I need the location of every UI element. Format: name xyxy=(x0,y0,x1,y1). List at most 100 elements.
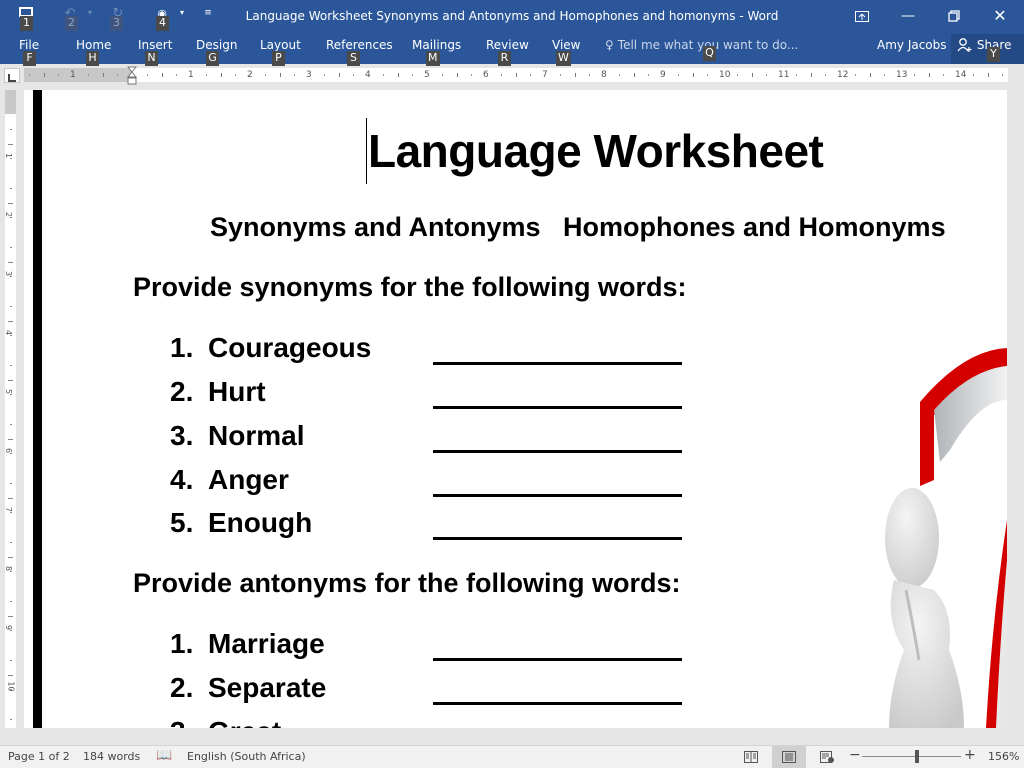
document-title: Language Worksheet xyxy=(368,125,824,177)
ruler-tick xyxy=(810,73,812,77)
answer-blank[interactable] xyxy=(433,494,682,497)
keytip-touch: 4 xyxy=(156,16,169,31)
ruler-tick xyxy=(10,541,12,543)
restore-button[interactable] xyxy=(931,0,977,32)
tab-review[interactable]: Review xyxy=(486,38,529,52)
zoom-in-button[interactable]: + xyxy=(964,747,976,763)
ruler-tick xyxy=(10,217,12,219)
undo-dropdown-icon[interactable]: ▾ xyxy=(82,5,98,21)
right-gutter xyxy=(1008,90,1024,728)
list-item: 2. Separate xyxy=(170,672,327,703)
read-mode-icon xyxy=(744,750,758,763)
document-page[interactable]: Language Worksheet Synonyms and Antonyms… xyxy=(24,90,1007,728)
ruler-tick xyxy=(751,73,753,77)
answer-blank[interactable] xyxy=(433,537,682,540)
answer-blank[interactable] xyxy=(433,702,682,705)
print-layout-button[interactable] xyxy=(772,746,806,768)
tell-me-input[interactable]: ♀ Tell me what you want to do... xyxy=(605,38,798,52)
answer-blank[interactable] xyxy=(433,406,682,409)
answer-blank[interactable] xyxy=(433,658,682,661)
touch-dropdown-icon[interactable]: ▾ xyxy=(174,5,190,21)
ruler-tick xyxy=(43,73,45,77)
ruler-tick xyxy=(589,74,591,76)
ruler-tick xyxy=(117,74,119,76)
ruler-tick xyxy=(279,73,281,77)
zoom-slider-track[interactable] xyxy=(862,756,961,757)
ruler-tick xyxy=(10,659,12,661)
ruler-number: 10 xyxy=(719,70,731,80)
ruler-tick xyxy=(10,600,12,602)
tab-references[interactable]: References xyxy=(326,38,393,52)
keytip-share: Y xyxy=(987,47,1000,62)
close-icon: ✕ xyxy=(993,6,1007,25)
page-border-bar xyxy=(33,90,42,728)
vertical-ruler[interactable]: 1 2 3 4 5 6 7 8 9 10 xyxy=(4,90,16,728)
ruler-tick xyxy=(766,74,768,76)
thinking-figure-image[interactable] xyxy=(764,290,1007,728)
ruler-tick xyxy=(10,718,12,720)
keytip-home: H xyxy=(86,51,99,66)
tab-home[interactable]: Home xyxy=(76,38,111,52)
ruler-tick xyxy=(869,73,871,77)
tab-mailings[interactable]: Mailings xyxy=(412,38,461,52)
tab-view[interactable]: View xyxy=(552,38,580,52)
minimize-button[interactable]: — xyxy=(885,0,931,32)
ruler-number: 8 xyxy=(601,70,607,80)
ruler-tick xyxy=(8,556,13,558)
zoom-slider-thumb[interactable] xyxy=(915,750,919,763)
tab-design[interactable]: Design xyxy=(196,38,237,52)
read-mode-button[interactable] xyxy=(734,746,768,768)
keytip-insert: N xyxy=(145,51,158,66)
close-button[interactable]: ✕ xyxy=(977,0,1023,32)
ruler-tick xyxy=(323,74,325,76)
keytip-file: F xyxy=(23,51,36,66)
ruler-tick xyxy=(677,74,679,76)
ruler-tick xyxy=(500,74,502,76)
ruler-tick xyxy=(8,615,13,617)
ruler-tick xyxy=(471,74,473,76)
ruler-tick xyxy=(10,482,12,484)
zoom-out-button[interactable]: − xyxy=(849,747,861,763)
proofing-icon[interactable]: 📖 xyxy=(156,748,172,763)
ruler-tick xyxy=(10,187,12,189)
web-layout-button[interactable] xyxy=(810,746,844,768)
ruler-number: 14 xyxy=(955,70,967,80)
ribbon-tab-bar: File F Home H Insert N Design G Layout P… xyxy=(0,34,1024,66)
share-person-icon xyxy=(957,38,972,52)
ruler-number: 5 xyxy=(424,70,430,80)
tab-layout[interactable]: Layout xyxy=(260,38,301,52)
zoom-level[interactable]: 156% xyxy=(988,750,1019,763)
answer-blank[interactable] xyxy=(433,362,682,365)
ruler-tick xyxy=(928,73,930,77)
ruler-number: 7 xyxy=(542,70,548,80)
user-account[interactable]: Amy Jacobs xyxy=(877,38,947,52)
tab-selector[interactable] xyxy=(4,68,20,83)
ruler-tick xyxy=(825,74,827,76)
antonyms-heading: Provide antonyms for the following words… xyxy=(133,568,681,598)
document-subtitle: Synonyms and Antonyms Homophones and Hom… xyxy=(210,212,946,242)
keytip-save: 1 xyxy=(20,16,33,31)
language-indicator[interactable]: English (South Africa) xyxy=(187,750,306,763)
ribbon-display-icon xyxy=(855,10,869,22)
word-count[interactable]: 184 words xyxy=(83,750,140,763)
horizontal-ruler[interactable]: 1 1 2 3 4 5 6 7 8 9 10 11 12 13 14 xyxy=(24,68,1008,82)
print-layout-icon xyxy=(782,750,796,763)
tab-insert[interactable]: Insert xyxy=(138,38,172,52)
synonyms-heading: Provide synonyms for the following words… xyxy=(133,272,687,302)
answer-blank[interactable] xyxy=(433,450,682,453)
ruler-tick xyxy=(987,73,989,77)
page-count[interactable]: Page 1 of 2 xyxy=(8,750,70,763)
ruler-number: 9 xyxy=(660,70,666,80)
ruler-tick xyxy=(633,73,635,77)
ruler-tick xyxy=(441,74,443,76)
ruler-tick xyxy=(8,674,13,676)
ruler-tick xyxy=(353,74,355,76)
figure-head xyxy=(885,488,939,588)
ruler-tick xyxy=(338,73,340,77)
ruler-tick xyxy=(10,364,12,366)
tab-file[interactable]: File xyxy=(19,38,39,52)
indent-markers[interactable] xyxy=(127,66,137,86)
ribbon-display-options-button[interactable] xyxy=(839,0,885,32)
customize-qat-icon[interactable]: ≡ xyxy=(200,5,216,21)
restore-icon xyxy=(948,10,960,22)
